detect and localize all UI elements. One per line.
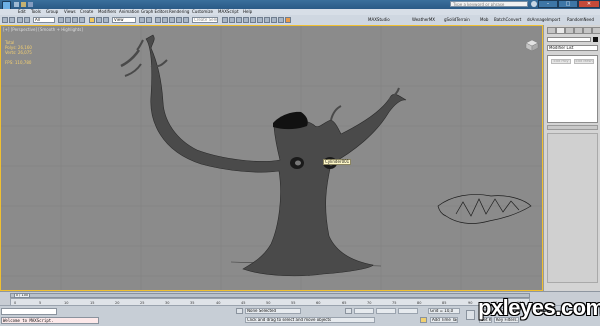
graphite-ribbon-icon[interactable] <box>243 17 249 23</box>
title-bar: Type a keyword or phrase – □ ✕ <box>0 0 600 10</box>
scale-icon[interactable] <box>103 17 109 23</box>
select-object-icon[interactable] <box>58 17 64 23</box>
display-tab-icon[interactable] <box>583 27 592 34</box>
motion-tab-icon[interactable] <box>574 27 583 34</box>
link-icon[interactable] <box>17 17 23 23</box>
snap-toggle-icon[interactable] <box>155 17 161 23</box>
info-center-icon[interactable] <box>531 1 537 7</box>
stack-tools-bar[interactable] <box>547 125 598 130</box>
schematic-view-icon[interactable] <box>257 17 263 23</box>
new-file-icon[interactable] <box>14 2 19 7</box>
toolbar-gsolidterrain[interactable]: gSolidTerrain <box>444 17 470 23</box>
toolbar-weathermx[interactable]: WeatherMX <box>412 17 435 23</box>
select-by-name-icon[interactable] <box>65 17 71 23</box>
edit-mesh-button[interactable]: Edit Mesh <box>574 59 594 64</box>
viewport-scene <box>1 26 542 290</box>
toolbar-mob[interactable]: Mob <box>480 17 488 23</box>
align-icon[interactable] <box>229 17 235 23</box>
edit-named-selection-icon[interactable] <box>183 17 189 23</box>
render-teapot-icon[interactable] <box>285 17 291 23</box>
maxscript-input[interactable] <box>1 308 57 315</box>
site-watermark: pxleyes.com <box>478 295 600 320</box>
object-name-field[interactable] <box>547 37 591 42</box>
redo-icon[interactable] <box>9 17 15 23</box>
toolbar-batchconvert[interactable]: BatchConvert <box>494 17 521 23</box>
render-setup-icon[interactable] <box>271 17 277 23</box>
undo-icon[interactable] <box>2 17 8 23</box>
toolbar-maxstudio[interactable]: MAXStudio <box>368 17 390 23</box>
unlink-icon[interactable] <box>24 17 30 23</box>
spinner-snap-icon[interactable] <box>176 17 182 23</box>
percent-snap-icon[interactable] <box>169 17 175 23</box>
modifier-list-dropdown[interactable]: Modifier List <box>547 45 598 51</box>
add-time-tag[interactable]: Add Time Tag <box>430 317 458 323</box>
tree-model[interactable] <box>120 34 407 277</box>
help-search-input[interactable]: Type a keyword or phrase <box>450 1 528 7</box>
grid-value: Grid = 10,0 <box>428 308 460 314</box>
material-editor-icon[interactable] <box>264 17 270 23</box>
toolbar-dsannageimport[interactable]: dsAnnageImport <box>527 17 560 23</box>
edit-poly-button[interactable]: Edit Poly <box>551 59 571 64</box>
selection-filter-dropdown[interactable]: All <box>33 17 55 23</box>
command-panel: Modifier List Edit Poly Edit Mesh <box>543 25 600 291</box>
time-tag-icon[interactable] <box>420 317 427 323</box>
mirror-icon[interactable] <box>222 17 228 23</box>
named-selection-dropdown[interactable]: Create Selection Se <box>192 17 218 23</box>
toolbar-randomneed[interactable]: RandomNeed <box>567 17 594 23</box>
move-icon[interactable] <box>89 17 95 23</box>
minimize-button[interactable]: – <box>538 0 558 8</box>
isolate-selection-icon[interactable] <box>236 308 243 314</box>
object-tooltip: Cylinder001 <box>323 159 352 165</box>
lock-selection-icon[interactable] <box>345 308 352 314</box>
pivot-center-icon[interactable] <box>139 17 145 23</box>
angle-snap-icon[interactable] <box>162 17 168 23</box>
maximize-button[interactable]: □ <box>558 0 578 8</box>
view-cube-icon[interactable] <box>523 38 539 52</box>
set-key-icon[interactable] <box>466 310 475 320</box>
manipulate-icon[interactable] <box>146 17 152 23</box>
close-button[interactable]: ✕ <box>578 0 600 8</box>
modify-tab-icon[interactable] <box>556 27 565 34</box>
prompt-line: Click and drag to select and move object… <box>245 317 375 323</box>
leaf-spline-outline[interactable] <box>437 194 532 224</box>
rotate-icon[interactable] <box>96 17 102 23</box>
create-tab-icon[interactable] <box>547 27 556 34</box>
layer-manager-icon[interactable] <box>236 17 242 23</box>
rendered-frame-icon[interactable] <box>278 17 284 23</box>
maxscript-output[interactable]: Welcome to MAXScript. <box>1 317 99 324</box>
curve-editor-icon[interactable] <box>250 17 256 23</box>
z-coordinate-field[interactable] <box>398 308 418 314</box>
modifier-stack[interactable]: Edit Poly Edit Mesh <box>547 55 598 123</box>
save-file-icon[interactable] <box>28 2 33 7</box>
perspective-viewport[interactable]: [+] [Perspective] [Smooth + Highlights] … <box>0 25 543 291</box>
hierarchy-tab-icon[interactable] <box>565 27 574 34</box>
open-file-icon[interactable] <box>21 2 26 7</box>
object-color-swatch[interactable] <box>593 37 598 42</box>
selection-status: None Selected <box>245 308 301 314</box>
reference-coordinate-dropdown[interactable]: View <box>112 17 136 23</box>
utilities-tab-icon[interactable] <box>592 27 600 34</box>
selection-region-icon[interactable] <box>72 17 78 23</box>
modifier-parameters-panel <box>547 133 598 283</box>
y-coordinate-field[interactable] <box>376 308 396 314</box>
window-crossing-icon[interactable] <box>79 17 85 23</box>
x-coordinate-field[interactable] <box>354 308 374 314</box>
